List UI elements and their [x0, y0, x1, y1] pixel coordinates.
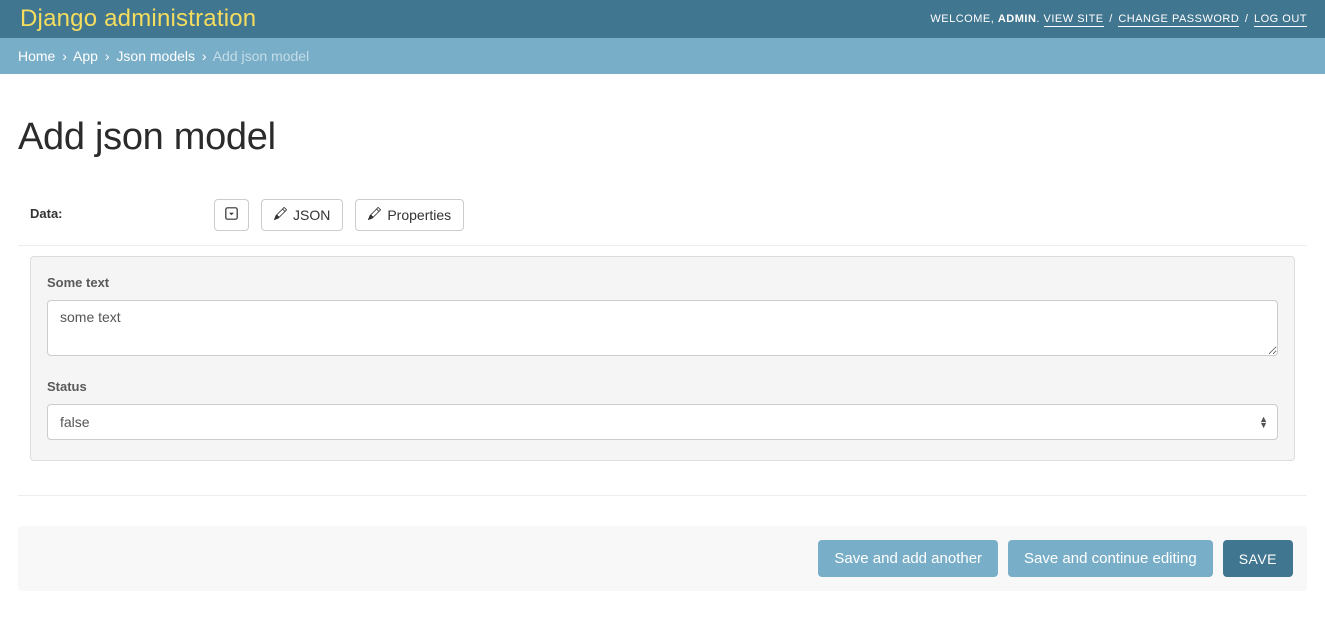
pencil-icon — [368, 207, 381, 223]
collapse-button[interactable] — [214, 199, 249, 231]
breadcrumb-home[interactable]: Home — [18, 48, 55, 64]
pencil-icon — [274, 207, 287, 223]
editor-buttons: JSON Properties — [214, 199, 464, 231]
breadcrumb-models[interactable]: Json models — [116, 48, 195, 64]
chevron-down-box-icon — [225, 207, 238, 223]
view-site-link[interactable]: VIEW SITE — [1044, 13, 1104, 27]
site-title: Django administration — [20, 5, 256, 33]
properties-panel: Some text some text Status false ▲ ▼ — [30, 256, 1295, 461]
data-label: Data: — [30, 199, 214, 221]
data-row: Data: JSON — [18, 189, 1307, 246]
some-text-input[interactable]: some text — [47, 300, 1278, 356]
save-add-another-button[interactable]: Save and add another — [818, 540, 998, 577]
properties-editor-button[interactable]: Properties — [355, 199, 464, 231]
save-button[interactable]: SAVE — [1223, 540, 1293, 577]
logout-link[interactable]: LOG OUT — [1254, 13, 1307, 27]
submit-row: Save and add another Save and continue e… — [18, 526, 1307, 591]
username: ADMIN — [998, 13, 1037, 25]
user-tools: WELCOME, ADMIN. VIEW SITE / CHANGE PASSW… — [930, 13, 1307, 25]
change-password-link[interactable]: CHANGE PASSWORD — [1118, 13, 1239, 27]
content: Add json model Data: JSON — [0, 74, 1325, 611]
status-field-group: Status false ▲ ▼ — [47, 379, 1278, 440]
page-title: Add json model — [18, 116, 1307, 159]
breadcrumb-current: Add json model — [213, 48, 310, 64]
save-continue-button[interactable]: Save and continue editing — [1008, 540, 1213, 577]
welcome-text: WELCOME, — [930, 13, 997, 25]
status-label: Status — [47, 379, 1278, 394]
status-select[interactable]: false — [47, 404, 1278, 440]
some-text-label: Some text — [47, 275, 1278, 290]
json-editor-button[interactable]: JSON — [261, 199, 343, 231]
some-text-field-group: Some text some text — [47, 275, 1278, 359]
breadcrumb: Home › App › Json models › Add json mode… — [0, 38, 1325, 74]
header: Django administration WELCOME, ADMIN. VI… — [0, 0, 1325, 38]
breadcrumb-app[interactable]: App — [73, 48, 98, 64]
